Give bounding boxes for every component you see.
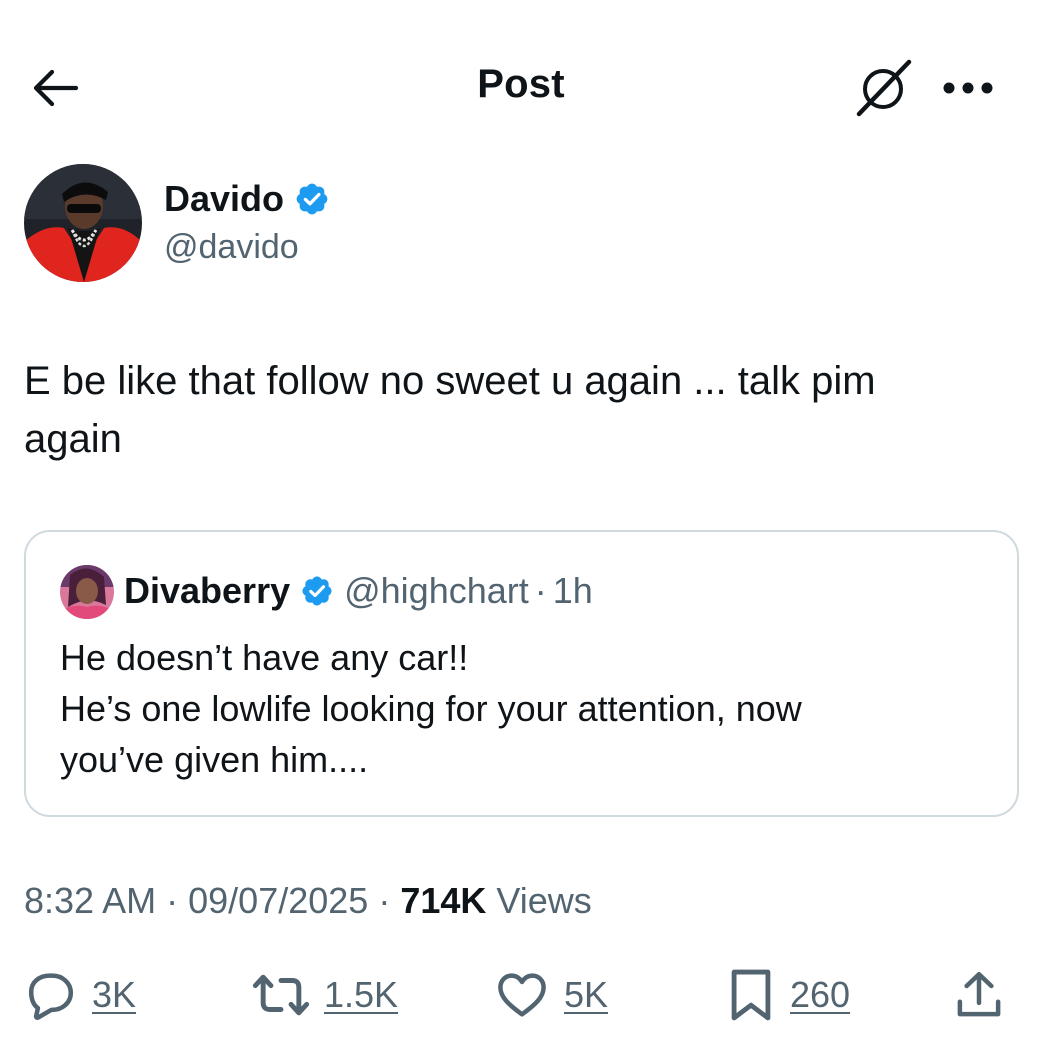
more-button[interactable] xyxy=(936,66,1000,110)
like-icon xyxy=(498,973,546,1017)
action-bar: 3K 1.5K 5K 260 xyxy=(0,960,1042,1030)
like-button[interactable]: 5K xyxy=(494,960,608,1030)
avatar-image xyxy=(60,565,114,619)
post-date: 09/07/2025 xyxy=(188,880,369,921)
top-bar: Post xyxy=(0,0,1042,175)
quoted-post-card[interactable]: Divaberry @highchart · 1h He doesn’t hav… xyxy=(24,530,1019,817)
grok-button[interactable] xyxy=(852,58,916,118)
quoted-post-text: He doesn’t have any car!! He’s one lowli… xyxy=(60,637,802,780)
like-count: 5K xyxy=(564,974,609,1015)
reply-icon xyxy=(28,973,74,1020)
quoted-author-name: Divaberry xyxy=(124,570,291,611)
post-time: 8:32 AM xyxy=(24,880,157,921)
repost-icon xyxy=(252,974,310,1016)
reply-count: 3K xyxy=(92,974,137,1015)
quoted-author-avatar xyxy=(60,565,114,619)
quoted-separator: · xyxy=(534,570,547,611)
quoted-timestamp: 1h xyxy=(552,570,593,611)
bookmark-button[interactable]: 260 xyxy=(726,960,850,1030)
views-count[interactable]: 714K xyxy=(400,880,486,921)
author-name-row[interactable]: Davido xyxy=(164,178,330,220)
quoted-header: Divaberry @highchart · 1h xyxy=(124,570,593,612)
quoted-author-handle: @highchart xyxy=(344,570,529,611)
meta-separator: · xyxy=(166,880,179,921)
post-detail-page: Post Davido @davido E be like that follo… xyxy=(0,0,1042,1039)
grok-icon xyxy=(856,59,912,117)
reply-button[interactable]: 3K xyxy=(24,960,136,1030)
repost-count: 1.5K xyxy=(324,974,399,1015)
share-icon xyxy=(957,972,1001,1017)
author-avatar[interactable] xyxy=(24,164,142,282)
repost-button[interactable]: 1.5K xyxy=(252,960,398,1030)
bookmark-icon xyxy=(731,969,771,1021)
meta-separator: · xyxy=(378,880,391,921)
share-button[interactable] xyxy=(952,960,1006,1030)
more-horizontal-icon xyxy=(943,82,993,94)
avatar-image xyxy=(24,164,142,282)
views-label: Views xyxy=(496,880,592,921)
verified-badge-icon xyxy=(302,576,332,606)
verified-badge-icon xyxy=(296,183,328,215)
post-meta: 8:32 AM · 09/07/2025 · 714K Views xyxy=(24,880,592,922)
post-text: E be like that follow no sweet u again .… xyxy=(24,359,876,461)
author-name: Davido xyxy=(164,178,285,219)
bookmark-count: 260 xyxy=(790,974,851,1015)
author-handle[interactable]: @davido xyxy=(164,228,299,267)
